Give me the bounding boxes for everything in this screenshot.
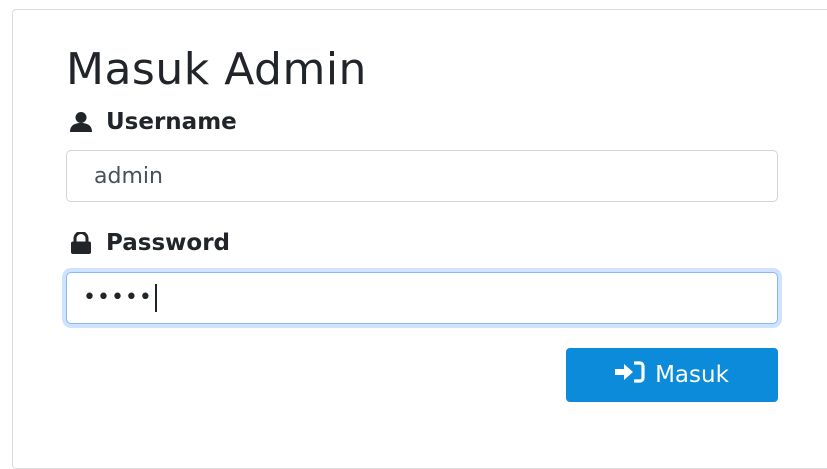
- sign-in-icon: [615, 361, 645, 389]
- password-masked-value: •••••: [83, 285, 153, 310]
- text-caret: [154, 284, 157, 312]
- username-input[interactable]: [66, 150, 778, 202]
- page-title: Masuk Admin: [66, 44, 367, 95]
- user-icon: [70, 112, 92, 132]
- password-label-row: Password: [70, 230, 230, 256]
- lock-icon: [70, 232, 92, 254]
- password-label: Password: [106, 230, 230, 256]
- masuk-button[interactable]: Masuk: [566, 348, 778, 402]
- username-label-row: Username: [70, 109, 237, 135]
- masuk-button-label: Masuk: [655, 362, 729, 388]
- password-input[interactable]: •••••: [66, 272, 778, 324]
- username-label: Username: [106, 109, 237, 135]
